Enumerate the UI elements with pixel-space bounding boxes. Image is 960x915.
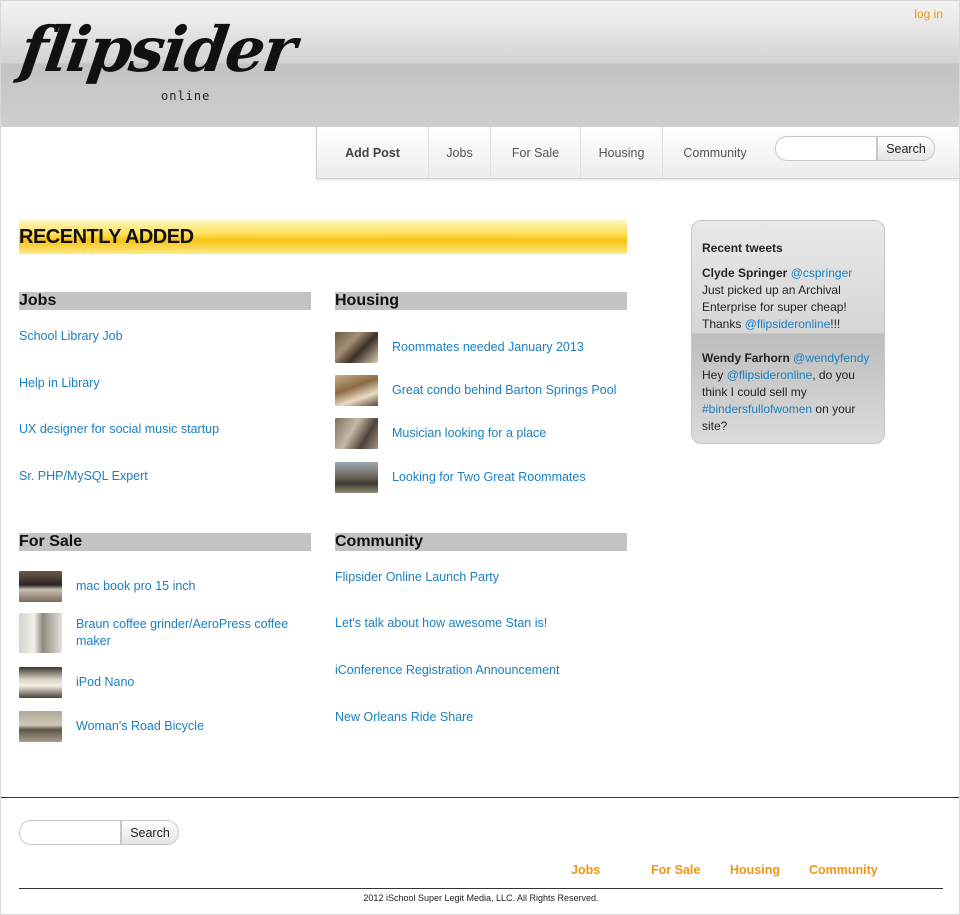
for-sale-item[interactable]: iPod Nano — [19, 667, 134, 698]
for-sale-thumbnail[interactable] — [19, 711, 62, 742]
for-sale-thumbnail[interactable] — [19, 667, 62, 698]
logo[interactable]: flipsider — [16, 13, 299, 86]
recent-tweets-title: Recent tweets — [702, 241, 783, 255]
search-input[interactable] — [775, 136, 877, 161]
search-button[interactable]: Search — [877, 136, 935, 161]
housing-item[interactable]: Looking for Two Great Roommates — [335, 462, 586, 493]
login-link[interactable]: log in — [914, 7, 943, 21]
housing-thumbnail[interactable] — [335, 375, 378, 406]
footer-link-jobs[interactable]: Jobs — [571, 863, 600, 877]
jobs-item[interactable]: Sr. PHP/MySQL Expert — [19, 469, 148, 483]
for-sale-item[interactable]: Braun coffee grinder/AeroPress coffee ma… — [19, 613, 296, 653]
for-sale-link[interactable]: Woman's Road Bicycle — [76, 718, 204, 735]
housing-item[interactable]: Roommates needed January 2013 — [335, 332, 584, 363]
footer-search-input[interactable] — [19, 820, 121, 845]
recent-tweets-panel: Recent tweets Clyde Springer @cspringer … — [691, 220, 885, 444]
footer-search: Search — [19, 820, 179, 845]
for-sale-thumbnail[interactable] — [19, 571, 62, 602]
tweet: Clyde Springer @cspringer Just picked up… — [702, 265, 880, 333]
for-sale-item[interactable]: mac book pro 15 inch — [19, 571, 196, 602]
housing-heading: Housing — [335, 292, 627, 310]
housing-item[interactable]: Musician looking for a place — [335, 418, 546, 449]
housing-item[interactable]: Great condo behind Barton Springs Pool — [335, 375, 616, 406]
header-search: Search — [775, 136, 935, 161]
logo-subtext: online — [161, 89, 211, 103]
tweet-text: !!! — [830, 317, 841, 331]
footer-link-for-sale[interactable]: For Sale — [651, 863, 700, 877]
tweet-text: Hey — [702, 368, 727, 382]
for-sale-link[interactable]: Braun coffee grinder/AeroPress coffee ma… — [76, 616, 296, 650]
housing-link[interactable]: Great condo behind Barton Springs Pool — [392, 382, 616, 399]
tweet-author: Wendy Farhorn — [702, 351, 790, 365]
community-item[interactable]: Let's talk about how awesome Stan is! — [335, 616, 547, 630]
for-sale-heading: For Sale — [19, 533, 311, 551]
community-heading: Community — [335, 533, 627, 551]
nav-jobs[interactable]: Jobs — [429, 127, 491, 178]
nav-add-post[interactable]: Add Post — [317, 127, 429, 178]
tweet-hashtag[interactable]: #bindersfullofwomen — [702, 402, 812, 416]
nav-for-sale[interactable]: For Sale — [491, 127, 581, 178]
copyright: 2012 iSchool Super Legit Media, LLC. All… — [363, 893, 599, 903]
housing-thumbnail[interactable] — [335, 332, 378, 363]
housing-thumbnail[interactable] — [335, 462, 378, 493]
jobs-item[interactable]: School Library Job — [19, 329, 123, 343]
jobs-item[interactable]: Help in Library — [19, 376, 100, 390]
housing-link[interactable]: Roommates needed January 2013 — [392, 339, 584, 356]
for-sale-item[interactable]: Woman's Road Bicycle — [19, 711, 204, 742]
tweet: Wendy Farhorn @wendyfendy Hey @flipsider… — [702, 350, 880, 435]
site-header: log in flipsider online — [1, 1, 959, 127]
recently-added-banner: RECENTLY ADDED — [19, 220, 627, 254]
tweet-mention[interactable]: @flipsideronline — [727, 368, 813, 382]
housing-link[interactable]: Musician looking for a place — [392, 425, 546, 442]
tweet-handle[interactable]: @cspringer — [791, 266, 853, 280]
jobs-item[interactable]: UX designer for social music startup — [19, 422, 219, 436]
community-item[interactable]: Flipsider Online Launch Party — [335, 570, 499, 584]
tweet-mention[interactable]: @flipsideronline — [745, 317, 831, 331]
for-sale-thumbnail[interactable] — [19, 613, 62, 653]
housing-link[interactable]: Looking for Two Great Roommates — [392, 469, 586, 486]
recently-added-title: RECENTLY ADDED — [19, 226, 194, 248]
footer-link-community[interactable]: Community — [809, 863, 878, 877]
community-item[interactable]: New Orleans Ride Share — [335, 710, 473, 724]
tweet-author: Clyde Springer — [702, 266, 788, 280]
page: log in flipsider online Add Post Jobs Fo… — [0, 0, 960, 915]
footer-bottom-divider — [19, 888, 943, 889]
jobs-heading: Jobs — [19, 292, 311, 310]
tweet-handle[interactable]: @wendyfendy — [793, 351, 869, 365]
for-sale-link[interactable]: mac book pro 15 inch — [76, 578, 196, 595]
main-nav: Add Post Jobs For Sale Housing Community… — [316, 127, 959, 179]
for-sale-link[interactable]: iPod Nano — [76, 674, 134, 691]
housing-thumbnail[interactable] — [335, 418, 378, 449]
nav-community[interactable]: Community — [663, 127, 767, 178]
footer-link-housing[interactable]: Housing — [730, 863, 780, 877]
footer-divider — [1, 797, 959, 798]
footer-search-button[interactable]: Search — [121, 820, 179, 845]
community-item[interactable]: iConference Registration Announcement — [335, 663, 559, 677]
nav-housing[interactable]: Housing — [581, 127, 663, 178]
